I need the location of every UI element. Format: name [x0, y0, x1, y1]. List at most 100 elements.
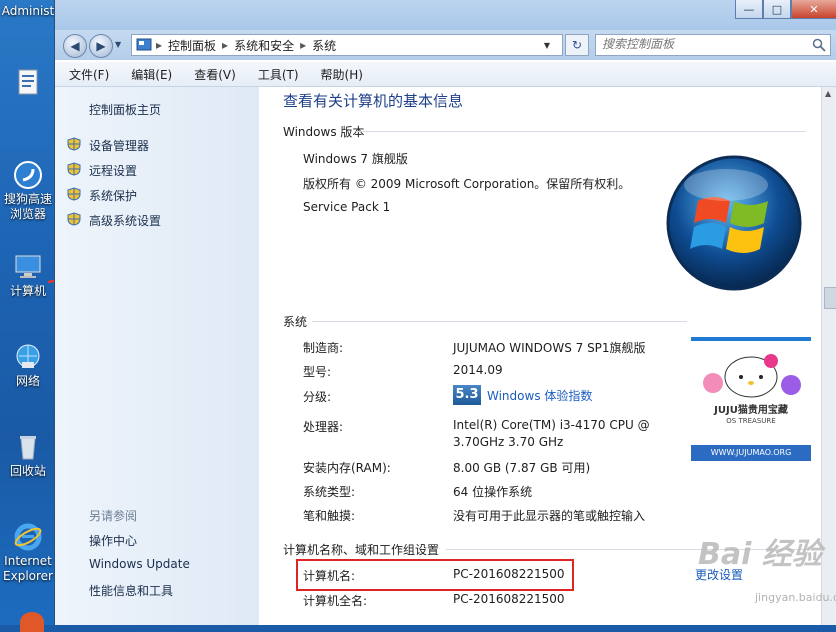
search-icon[interactable]: [812, 38, 826, 52]
windows-update-link[interactable]: Windows Update: [89, 557, 190, 571]
back-button[interactable]: ◀: [63, 34, 87, 58]
windows-logo-icon: [666, 155, 802, 291]
experience-index[interactable]: 5.3 Windows 体验指数: [453, 385, 592, 405]
edition-text: Windows 7 旗舰版: [303, 152, 408, 166]
oem-mascot-icon: [703, 354, 801, 398]
system-protection-link[interactable]: 系统保护: [89, 187, 137, 204]
recycle-bin-icon: [20, 436, 36, 460]
model-value: 2014.09: [453, 363, 503, 377]
pen-touch-value: 没有可用于此显示器的笔或触控输入: [453, 509, 646, 523]
control-panel-icon: [136, 38, 152, 51]
internet-explorer-icon: [14, 523, 42, 551]
action-center-link[interactable]: 操作中心: [89, 532, 137, 549]
advanced-system-settings-link[interactable]: 高级系统设置: [89, 212, 161, 229]
manufacturer-label: 制造商:: [303, 341, 344, 355]
address-dropdown-icon[interactable]: ▼: [544, 41, 550, 50]
ram-value: 8.00 GB (7.87 GB 可用): [453, 461, 591, 475]
sogou-browser-icon: [14, 161, 42, 189]
menu-view[interactable]: 查看(V): [186, 66, 244, 83]
breadcrumb-system[interactable]: 系统: [312, 37, 336, 54]
breadcrumb-separator-icon: ▸: [300, 38, 307, 52]
refresh-icon: ↻: [571, 38, 583, 52]
breadcrumb-system-security[interactable]: 系统和安全: [234, 37, 294, 54]
breadcrumb-control-panel[interactable]: 控制面板: [168, 37, 216, 54]
performance-info-link[interactable]: 性能信息和工具: [89, 582, 173, 599]
menu-bar: 文件(F) 编辑(E) 查看(V) 工具(T) 帮助(H): [55, 62, 836, 87]
back-arrow-icon: ◀: [70, 39, 80, 53]
search-box: [595, 34, 831, 56]
menu-tools[interactable]: 工具(T): [250, 66, 307, 83]
full-computer-name-label: 计算机全名:: [303, 594, 368, 608]
pen-touch-label: 笔和触摸:: [303, 509, 356, 523]
computer-name-heading: 计算机名称、域和工作组设置: [283, 543, 440, 557]
system-window: — □ ✕ ◀ ▶ ▼ ▸ 控制面板 ▸ 系统和安全 ▸ 系统 ▼ ↻ 搜索控制…: [54, 0, 836, 625]
system-type-value: 64 位操作系统: [453, 485, 533, 499]
control-panel-home-link[interactable]: 控制面板主页: [89, 101, 161, 118]
section-divider: [356, 131, 806, 132]
model-label: 型号:: [303, 365, 332, 379]
close-button[interactable]: ✕: [791, 0, 836, 19]
see-also-heading: 另请参阅: [89, 509, 138, 523]
computer-name-highlight-box: [296, 559, 574, 591]
manufacturer-value: JUJUMAO WINDOWS 7 SP1旗舰版: [453, 341, 646, 355]
desktop-sogou-browser[interactable]: 搜狗高速浏览器: [0, 160, 56, 222]
wei-link[interactable]: Windows 体验指数: [487, 387, 592, 404]
shield-icon: [67, 137, 81, 151]
copyright-text: 版权所有 © 2009 Microsoft Corporation。保留所有权利…: [303, 177, 631, 191]
minimize-button[interactable]: —: [735, 0, 763, 19]
processor-value: Intel(R) Core(TM) i3-4170 CPU @: [453, 418, 650, 432]
maximize-button[interactable]: □: [763, 0, 791, 19]
shield-icon: [67, 162, 81, 176]
system-type-label: 系统类型:: [303, 485, 356, 499]
oem-url: WWW.JUJUMAO.ORG: [691, 445, 811, 461]
oem-subtitle: OS TREASURE: [726, 417, 776, 425]
refresh-button[interactable]: ↻: [565, 34, 589, 56]
remote-settings-link[interactable]: 远程设置: [89, 162, 137, 179]
forward-arrow-icon: ▶: [96, 39, 106, 53]
processor-speed-value: 3.70GHz 3.70 GHz: [453, 435, 564, 449]
window-controls: — □ ✕: [735, 0, 836, 20]
title-bar[interactable]: — □ ✕: [55, 0, 836, 30]
ram-label: 安装内存(RAM):: [303, 461, 391, 475]
taskbar-app-icon[interactable]: [20, 612, 44, 632]
address-bar[interactable]: ▸ 控制面板 ▸ 系统和安全 ▸ 系统 ▼: [131, 34, 563, 56]
service-pack-text: Service Pack 1: [303, 200, 391, 214]
address-toolbar: ◀ ▶ ▼ ▸ 控制面板 ▸ 系统和安全 ▸ 系统 ▼ ↻: [55, 30, 836, 60]
menu-file[interactable]: 文件(F): [61, 66, 117, 83]
search-input[interactable]: [596, 35, 802, 53]
network-icon: [16, 344, 40, 368]
shield-icon: [67, 187, 81, 201]
scroll-up-icon[interactable]: ▲: [825, 89, 831, 98]
processor-label: 处理器:: [303, 420, 344, 434]
windows-edition-heading: Windows 版本: [283, 125, 365, 139]
computer-icon: [15, 255, 41, 278]
desktop-document-icon[interactable]: [0, 68, 56, 100]
document-icon: [18, 69, 38, 95]
device-manager-link[interactable]: 设备管理器: [89, 137, 149, 154]
full-computer-name-value: PC-201608221500: [453, 592, 565, 606]
desktop-network[interactable]: 网络: [0, 342, 56, 389]
breadcrumb-separator-icon: ▸: [156, 38, 163, 52]
vertical-scrollbar[interactable]: ▲: [821, 87, 836, 625]
desktop-internet-explorer[interactable]: Internet Explorer: [0, 522, 56, 584]
oem-brand: JUJU猫贵用宝藏: [714, 405, 788, 416]
system-heading: 系统: [283, 315, 308, 329]
scrollbar-thumb[interactable]: [824, 287, 836, 309]
oem-logo: JUJU猫贵用宝藏 OS TREASURE WWW.JUJUMAO.ORG: [691, 337, 811, 461]
section-divider: [312, 321, 687, 322]
history-dropdown-icon[interactable]: ▼: [115, 40, 121, 49]
desktop-recycle-bin[interactable]: 回收站: [0, 432, 56, 479]
desktop-user-label[interactable]: Administ: [0, 4, 56, 19]
menu-help[interactable]: 帮助(H): [313, 66, 371, 83]
forward-button[interactable]: ▶: [89, 34, 113, 58]
desktop: Administ 搜狗高速浏览器 计算机 网络 回收站 Internet Exp…: [0, 0, 56, 632]
shield-icon: [67, 212, 81, 226]
change-settings-link[interactable]: 更改设置: [695, 566, 743, 583]
page-title: 查看有关计算机的基本信息: [283, 92, 464, 110]
wei-score-badge: 5.3: [453, 385, 481, 405]
breadcrumb-separator-icon: ▸: [222, 38, 229, 52]
menu-edit[interactable]: 编辑(E): [123, 66, 180, 83]
rating-label: 分级:: [303, 390, 332, 404]
watermark-url: jingyan.baidu.com: [755, 591, 836, 604]
tasks-pane: 控制面板主页 设备管理器 远程设置 系统保护 高级系统设置 另请参阅 操作中心 …: [55, 87, 259, 625]
